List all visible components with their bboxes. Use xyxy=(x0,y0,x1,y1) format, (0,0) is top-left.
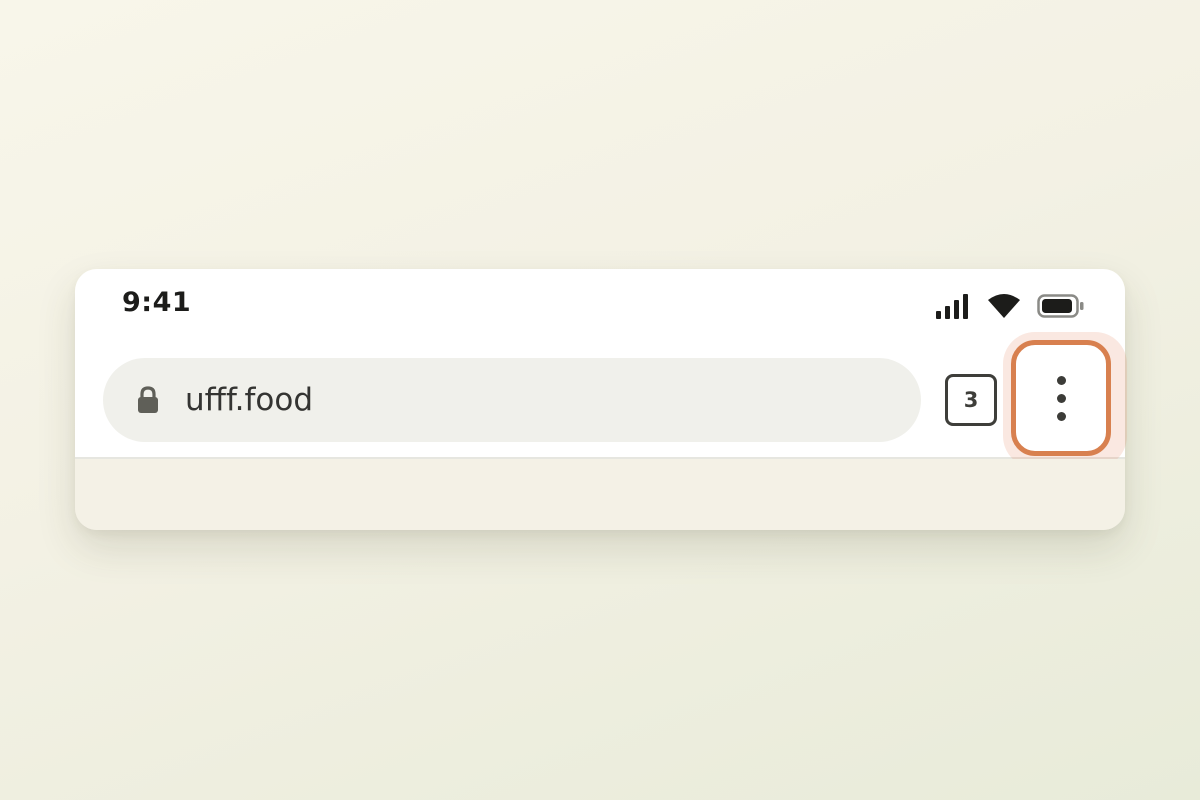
battery-icon xyxy=(1037,293,1085,319)
browser-window: 9:41 ufff.food 3 xyxy=(75,269,1127,530)
tab-switcher-button[interactable]: 3 xyxy=(945,374,997,426)
signal-icon xyxy=(935,293,971,319)
status-time: 9:41 xyxy=(122,287,192,318)
status-icons xyxy=(935,291,1085,321)
more-menu-button[interactable] xyxy=(1011,340,1111,456)
more-vertical-icon-dot xyxy=(1056,411,1066,421)
more-vertical-icon xyxy=(1056,375,1066,385)
lock-icon xyxy=(137,386,159,414)
url-text: ufff.food xyxy=(185,382,314,418)
wifi-icon xyxy=(987,293,1021,319)
address-bar[interactable]: ufff.food xyxy=(103,358,921,442)
page-content-area xyxy=(75,459,1125,530)
more-vertical-icon-dot xyxy=(1056,393,1066,403)
browser-toolbar: 9:41 ufff.food 3 xyxy=(75,269,1127,468)
